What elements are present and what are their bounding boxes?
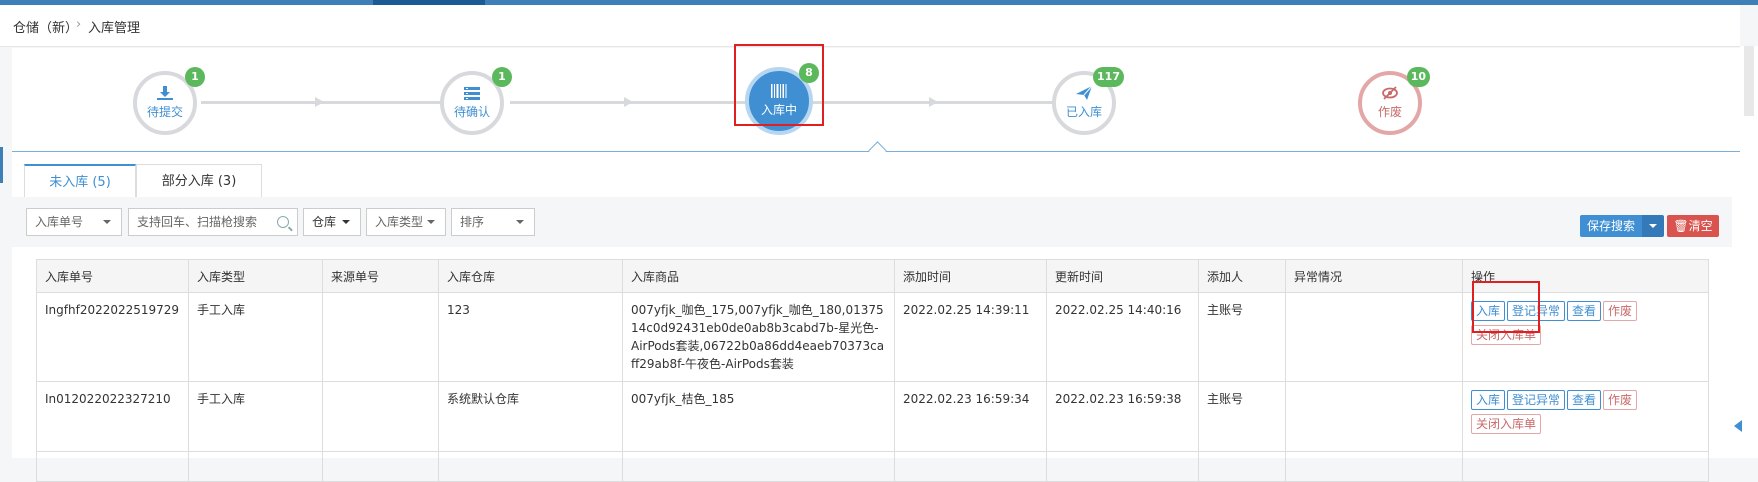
table-header-row: 入库单号 入库类型 来源单号 入库仓库 入库商品 添加时间 更新时间 添加人 异…	[36, 259, 1709, 293]
list-icon	[464, 87, 480, 100]
filter-bar: 入库单号 支持回车、扫描枪搜索 仓库 入库类型 排序	[12, 197, 1732, 247]
order-no-select-label: 入库单号	[35, 215, 84, 229]
type-select-label: 入库类型	[375, 215, 424, 229]
sort-select[interactable]: 排序	[451, 208, 535, 236]
step-count-badge: 117	[1093, 67, 1124, 87]
breadcrumb-root[interactable]: 仓储（新）	[13, 17, 78, 36]
cell-added-time: 2022.02.25 14:39:11	[894, 292, 1047, 382]
clear-label: 清空	[1688, 219, 1713, 233]
step-label: 待确认	[453, 105, 490, 119]
cell-warehouse: 123	[438, 292, 623, 382]
step-label: 待提交	[146, 105, 183, 119]
step-pending-confirm[interactable]: 待确认 1	[440, 67, 512, 135]
cell-order-no: Ingfhf2022022519729	[36, 292, 189, 382]
cell-updated-time: 2022.02.23 16:59:38	[1046, 381, 1199, 452]
scrollbar-thumb[interactable]	[1744, 46, 1754, 116]
tab-not-stocked[interactable]: 未入库 (5)	[24, 164, 136, 197]
sort-select-label: 排序	[460, 215, 485, 229]
cell-actions: 入库 登记异常 查看 作废 关闭入库单	[1462, 381, 1709, 452]
chevron-down-icon	[103, 220, 111, 224]
stock-in-type-select[interactable]: 入库类型	[366, 208, 446, 236]
search-input[interactable]: 支持回车、扫描枪搜索	[128, 208, 298, 236]
scrollbar[interactable]	[1740, 46, 1758, 458]
cell-adder: 主账号	[1198, 381, 1286, 452]
eye-slash-icon	[1382, 86, 1398, 100]
step-count-badge: 1	[492, 67, 512, 87]
order-no-select[interactable]: 入库单号	[26, 208, 122, 236]
collapse-left-icon[interactable]	[1734, 420, 1742, 432]
cell-goods: 007yfjk_咖色_175,007yfjk_咖色_180,0137514c0d…	[622, 292, 895, 382]
search-icon[interactable]	[277, 216, 289, 228]
arrow-right-icon	[624, 97, 633, 107]
col-warehouse: 入库仓库	[438, 259, 623, 293]
col-order-no: 入库单号	[36, 259, 189, 293]
highlight-box-stock-in	[1472, 281, 1540, 333]
warehouse-select-label: 仓库	[312, 215, 337, 229]
cell-exception	[1285, 381, 1463, 452]
cell-exception	[1285, 292, 1463, 382]
step-label: 作废	[1377, 105, 1402, 119]
void-button[interactable]: 作废	[1603, 301, 1638, 321]
cell-type: 手工入库	[188, 292, 323, 382]
table-row: Ingfhf2022022519729 手工入库 123 007yfjk_咖色_…	[36, 292, 1709, 382]
highlight-box-in-progress	[734, 44, 824, 126]
table-row	[36, 451, 1709, 482]
col-goods: 入库商品	[622, 259, 895, 293]
cell-order-no: In012022022327210	[36, 381, 189, 452]
cell-goods: 007yfjk_桔色_185	[622, 381, 895, 452]
col-updated-time: 更新时间	[1046, 259, 1199, 293]
left-active-marker	[0, 147, 3, 183]
stock-in-button[interactable]: 入库	[1471, 390, 1506, 410]
download-icon	[157, 86, 173, 100]
breadcrumb-separator: ›	[76, 17, 82, 32]
step-label: 已入库	[1065, 105, 1102, 119]
col-adder: 添加人	[1198, 259, 1286, 293]
close-order-button[interactable]: 关闭入库单	[1471, 414, 1542, 434]
step-pending-submit[interactable]: 待提交 1	[133, 67, 205, 135]
step-count-badge: 10	[1406, 67, 1430, 87]
col-source-no: 来源单号	[322, 259, 439, 293]
plane-icon	[1076, 85, 1093, 100]
void-button[interactable]: 作废	[1603, 390, 1638, 410]
chevron-down-icon	[516, 220, 524, 224]
tab-partially-stocked[interactable]: 部分入库 (3)	[136, 164, 262, 197]
cell-added-time: 2022.02.23 16:59:34	[894, 381, 1047, 452]
register-exception-button[interactable]: 登记异常	[1507, 390, 1566, 410]
cell-warehouse: 系统默认仓库	[438, 381, 623, 452]
breadcrumb-current: 入库管理	[88, 21, 141, 36]
view-button[interactable]: 查看	[1567, 301, 1602, 321]
arrow-right-icon	[929, 97, 938, 107]
cell-source-no	[322, 292, 439, 382]
status-steps: 待提交 1 待确认 1 入库中 8 已入库 117 作废 10	[12, 48, 1740, 151]
search-placeholder: 支持回车、扫描枪搜索	[137, 215, 258, 229]
step-stocked[interactable]: 已入库 117	[1052, 67, 1124, 135]
col-added-time: 添加时间	[894, 259, 1047, 293]
cell-type: 手工入库	[188, 381, 323, 452]
stock-in-table: 入库单号 入库类型 来源单号 入库仓库 入库商品 添加时间 更新时间 添加人 异…	[36, 259, 1709, 482]
col-type: 入库类型	[188, 259, 323, 293]
col-exception: 异常情况	[1285, 259, 1463, 293]
chevron-down-icon	[427, 220, 435, 224]
save-search-dropdown-button[interactable]	[1642, 215, 1664, 237]
arrow-right-icon	[315, 97, 324, 107]
chevron-down-icon	[342, 220, 350, 224]
breadcrumb: 仓储（新） › 入库管理	[0, 5, 1740, 47]
cell-source-no	[322, 381, 439, 452]
step-voided[interactable]: 作废 10	[1358, 67, 1430, 135]
save-search-button[interactable]: 保存搜索	[1580, 215, 1642, 237]
warehouse-select[interactable]: 仓库	[303, 208, 361, 236]
step-count-badge: 1	[185, 67, 205, 87]
clear-button[interactable]: 🗑清空	[1667, 215, 1719, 237]
table-row: In012022022327210 手工入库 系统默认仓库 007yfjk_桔色…	[36, 381, 1709, 452]
view-button[interactable]: 查看	[1567, 390, 1602, 410]
cell-updated-time: 2022.02.25 14:40:16	[1046, 292, 1199, 382]
cell-adder: 主账号	[1198, 292, 1286, 382]
